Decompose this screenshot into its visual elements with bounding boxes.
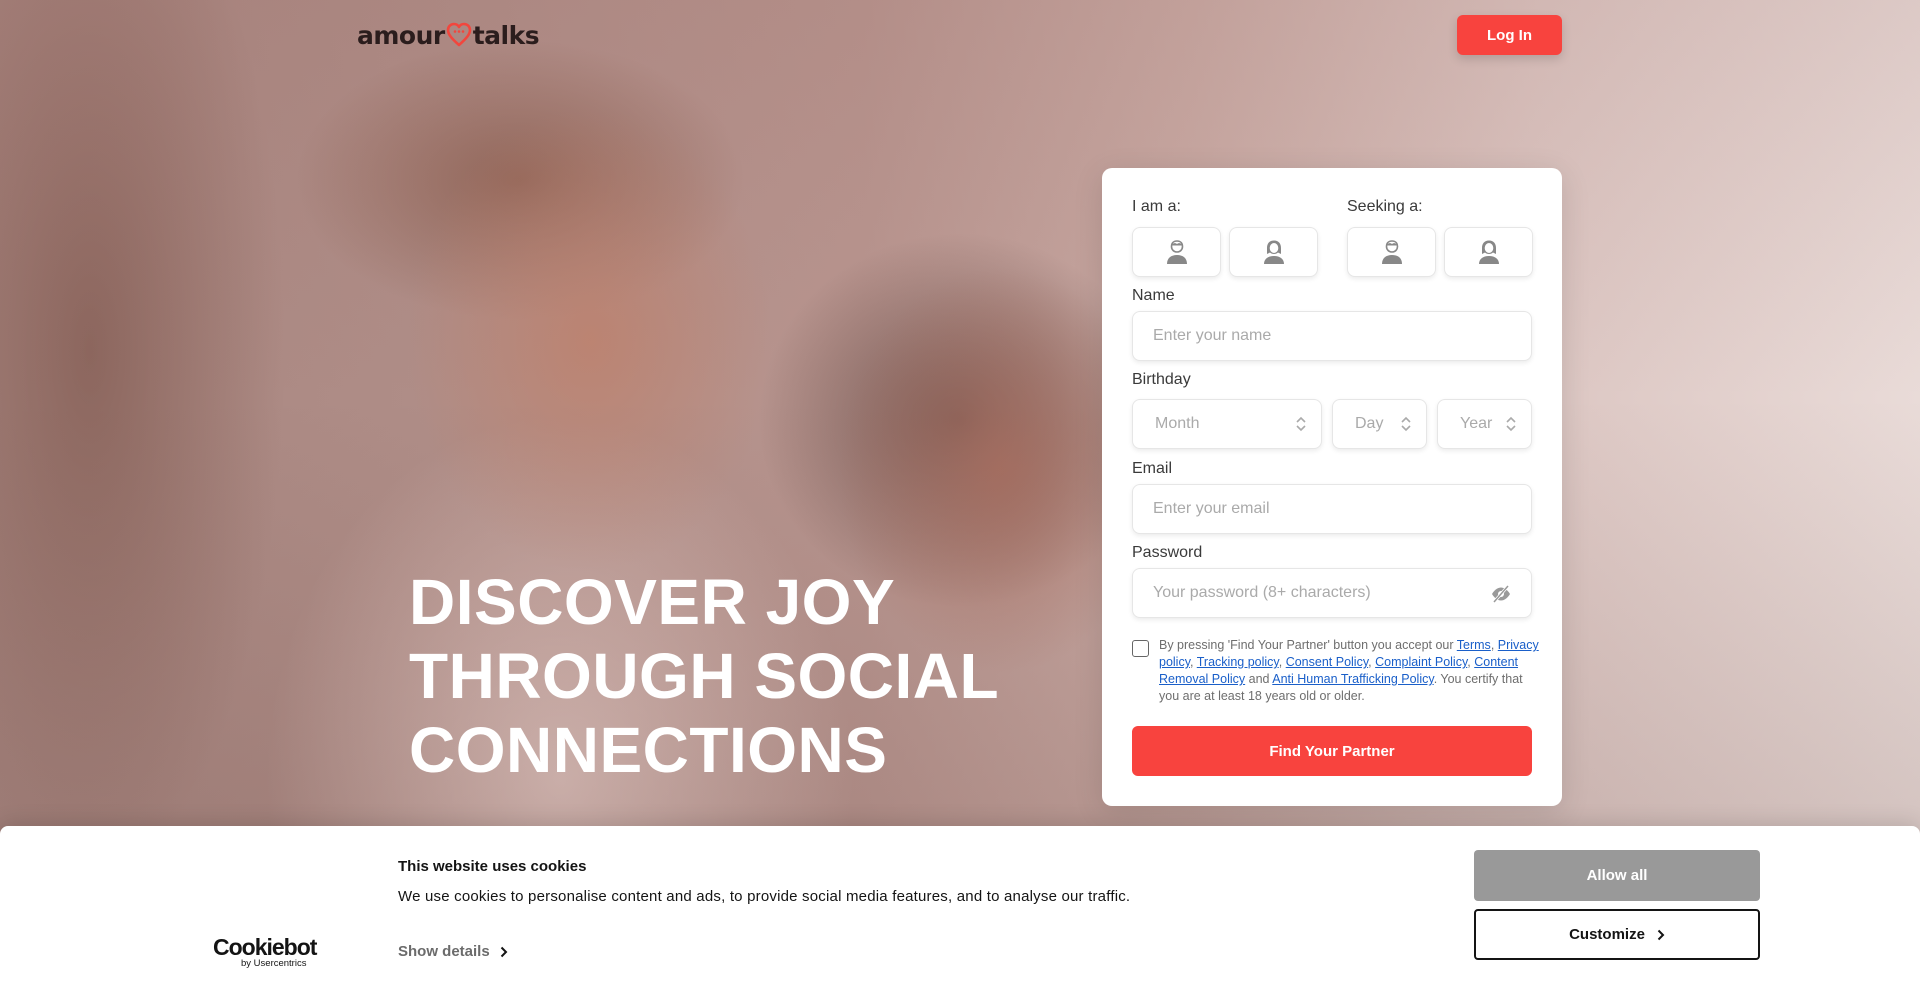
- password-label: Password: [1132, 544, 1203, 561]
- consent-policy-link[interactable]: Consent Policy: [1286, 655, 1368, 669]
- cookiebot-logo[interactable]: Cookiebot by Usercentrics: [213, 936, 323, 970]
- hero-headline: DISCOVER JOY THROUGH SOCIAL CONNECTIONS: [409, 565, 1009, 787]
- terms-sep: ,: [1278, 655, 1286, 669]
- allow-all-button[interactable]: Allow all: [1474, 850, 1760, 901]
- terms-sep: ,: [1190, 655, 1197, 669]
- seeking-label: Seeking a:: [1347, 198, 1423, 215]
- show-details-link[interactable]: Show details: [398, 943, 508, 960]
- cookie-title: This website uses cookies: [398, 858, 587, 875]
- updown-chevron-icon: [1296, 416, 1306, 432]
- tracking-policy-link[interactable]: Tracking policy: [1197, 655, 1279, 669]
- chevron-right-icon: [500, 946, 508, 957]
- customize-button[interactable]: Customize: [1474, 909, 1760, 960]
- terms-intro: By pressing 'Find Your Partner' button y…: [1159, 638, 1457, 652]
- male-avatar-icon: [1381, 240, 1402, 264]
- seeking-male-button[interactable]: [1347, 227, 1436, 277]
- iam-female-button[interactable]: [1229, 227, 1318, 277]
- email-input[interactable]: [1132, 484, 1532, 534]
- email-label: Email: [1132, 460, 1173, 477]
- cookiebot-logo-main: Cookiebot: [213, 934, 317, 960]
- password-input[interactable]: [1132, 568, 1532, 618]
- headline-line-3: CONNECTIONS: [409, 714, 888, 786]
- updown-chevron-icon: [1506, 416, 1516, 432]
- male-avatar-icon: [1166, 240, 1187, 264]
- iam-male-button[interactable]: [1132, 227, 1221, 277]
- cookie-banner: Cookiebot by Usercentrics This website u…: [0, 826, 1920, 993]
- logo-text-right: talks: [472, 20, 540, 50]
- iam-label: I am a:: [1132, 198, 1181, 215]
- name-input[interactable]: [1132, 311, 1532, 361]
- updown-chevron-icon: [1401, 416, 1411, 432]
- headline-line-1: DISCOVER JOY: [409, 566, 896, 638]
- terms-link[interactable]: Terms: [1457, 638, 1491, 652]
- site-logo[interactable]: amour talks: [357, 20, 540, 50]
- day-placeholder: Day: [1355, 415, 1384, 432]
- customize-label: Customize: [1569, 926, 1645, 943]
- registration-form: I am a: Seeking a: Name Birthday: [1102, 168, 1562, 806]
- birthday-year-select[interactable]: Year: [1437, 399, 1532, 449]
- show-details-label: Show details: [398, 943, 490, 960]
- female-avatar-icon: [1263, 240, 1284, 264]
- birthday-day-select[interactable]: Day: [1332, 399, 1427, 449]
- birthday-label: Birthday: [1132, 371, 1191, 388]
- chevron-right-icon: [1657, 929, 1665, 940]
- month-placeholder: Month: [1155, 415, 1200, 432]
- find-partner-button[interactable]: Find Your Partner: [1132, 726, 1532, 776]
- anti-trafficking-policy-link[interactable]: Anti Human Trafficking Policy: [1272, 672, 1433, 686]
- terms-sep: ,: [1490, 638, 1498, 652]
- name-label: Name: [1132, 287, 1175, 304]
- login-button[interactable]: Log In: [1457, 15, 1562, 55]
- terms-checkbox[interactable]: [1132, 640, 1149, 657]
- seeking-female-button[interactable]: [1444, 227, 1533, 277]
- year-placeholder: Year: [1460, 415, 1493, 432]
- headline-line-2: THROUGH SOCIAL: [409, 640, 1000, 712]
- terms-text: By pressing 'Find Your Partner' button y…: [1159, 637, 1539, 705]
- complaint-policy-link[interactable]: Complaint Policy: [1375, 655, 1467, 669]
- birthday-month-select[interactable]: Month: [1132, 399, 1322, 449]
- heart-chat-icon: [446, 22, 472, 47]
- logo-text-left: amour: [357, 20, 445, 50]
- password-wrapper: [1132, 568, 1532, 618]
- terms-sep: and: [1245, 672, 1273, 686]
- eye-slash-icon[interactable]: [1490, 583, 1512, 605]
- cookie-description: We use cookies to personalise content an…: [398, 888, 1131, 905]
- female-avatar-icon: [1478, 240, 1499, 264]
